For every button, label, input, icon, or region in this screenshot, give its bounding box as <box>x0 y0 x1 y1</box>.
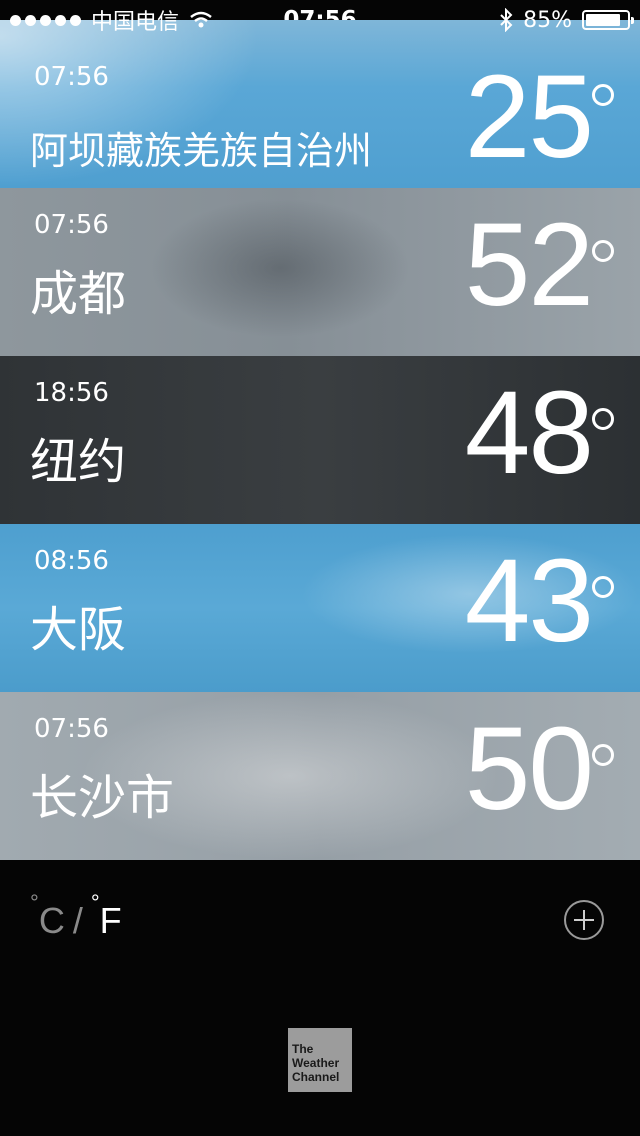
city-row-0[interactable]: 07:56 阿坝藏族羌族自治州 25 <box>0 20 640 188</box>
add-city-button[interactable] <box>564 900 604 940</box>
logo-line: Channel <box>292 1070 340 1084</box>
city-name: 大阪 <box>30 602 127 658</box>
city-name: 成都 <box>30 266 127 322</box>
city-name: 长沙市 <box>30 770 175 826</box>
unit-separator: / <box>72 900 83 941</box>
city-temperature: 25 <box>464 51 594 183</box>
city-row-2[interactable]: 18:56 纽约 48 <box>0 356 640 524</box>
city-local-time: 07:56 <box>34 714 109 744</box>
city-row-4[interactable]: 07:56 长沙市 50 <box>0 692 640 860</box>
degree-symbol-icon <box>592 576 614 598</box>
degree-symbol-icon <box>592 744 614 766</box>
city-local-time: 07:56 <box>34 62 109 92</box>
signal-dots-icon <box>10 14 81 26</box>
battery-fill <box>586 14 620 26</box>
degree-symbol-icon <box>592 240 614 262</box>
city-temperature: 48 <box>464 367 594 499</box>
fahrenheit-option[interactable]: °F <box>91 890 122 942</box>
weather-channel-logo[interactable]: The Weather Channel <box>288 1028 352 1092</box>
wifi-icon <box>190 11 212 28</box>
city-temperature: 50 <box>464 703 594 835</box>
city-row-1[interactable]: 07:56 成都 52 <box>0 188 640 356</box>
city-name: 纽约 <box>30 434 127 490</box>
logo-line: Weather <box>292 1056 340 1070</box>
celsius-option[interactable]: °C <box>30 890 65 942</box>
city-local-time: 07:56 <box>34 210 109 240</box>
city-local-time: 08:56 <box>34 546 109 576</box>
degree-symbol-icon <box>592 408 614 430</box>
unit-toggle[interactable]: °C / °F <box>30 890 122 942</box>
city-temperature: 52 <box>464 199 594 331</box>
carrier-label: 中国电信 <box>91 10 180 35</box>
city-temperature: 43 <box>464 535 594 667</box>
battery-percent: 85% <box>523 7 572 33</box>
degree-symbol-icon <box>592 84 614 106</box>
city-name: 阿坝藏族羌族自治州 <box>30 129 373 173</box>
logo-line: The <box>292 1042 314 1056</box>
bluetooth-icon <box>500 8 513 32</box>
battery-icon <box>582 10 634 30</box>
city-local-time: 18:56 <box>34 378 109 408</box>
city-row-3[interactable]: 08:56 大阪 43 <box>0 524 640 692</box>
status-bar: 中国电信 85% <box>0 0 640 40</box>
